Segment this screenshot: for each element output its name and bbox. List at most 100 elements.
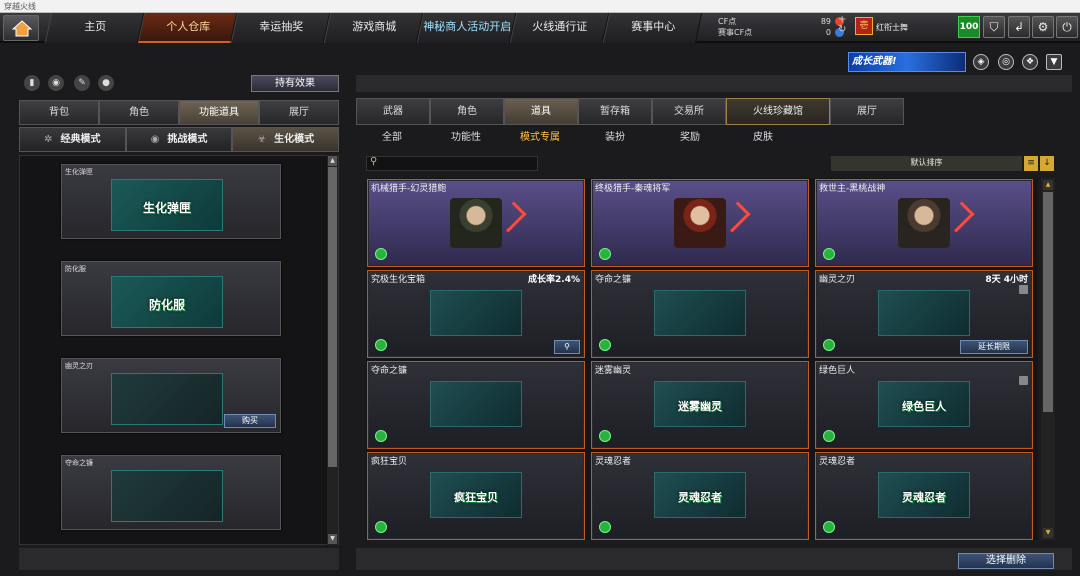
green-badge-icon	[823, 248, 835, 260]
item-card[interactable]: 灵魂忍者 灵魂忍者	[591, 452, 809, 540]
right-scrollbar[interactable]: ▲ ▼	[1041, 178, 1055, 540]
card-name: 幽灵之刃	[819, 275, 856, 285]
tab-classic-mode[interactable]: ✲ 经典模式	[19, 127, 126, 152]
shield-icon[interactable]: ⛉	[983, 16, 1005, 38]
scroll-down-icon[interactable]: ▼	[328, 534, 337, 544]
filter-reward[interactable]: 奖励	[680, 126, 700, 150]
event-badge-icon-4[interactable]: ▼	[1046, 54, 1062, 70]
tab-bag[interactable]: 背包	[19, 100, 99, 125]
tab-collection[interactable]: 火线珍藏馆	[726, 98, 830, 125]
tool-icon[interactable]: ✎	[74, 75, 90, 91]
list-item[interactable]: 防化服 防化服	[61, 261, 281, 336]
event-badge-icon-1[interactable]: ◈	[973, 54, 989, 70]
item-name: 夺命之镰	[65, 459, 93, 467]
sort-desc-icon[interactable]: ↓	[1040, 156, 1054, 171]
filter-mode-exclusive[interactable]: 模式专属	[520, 126, 560, 150]
scroll-up-icon[interactable]: ▲	[328, 156, 337, 166]
green-badge-icon	[375, 430, 387, 442]
exit-icon[interactable]: ↲	[1008, 16, 1030, 38]
item-card[interactable]: 幽灵之刃 8天 4小时 延长期限	[815, 270, 1033, 358]
currency-panel: CF点 89 赛事CF点 0	[718, 16, 844, 38]
tab-roles[interactable]: 角色	[430, 98, 504, 125]
tab-shop[interactable]: 游戏商城	[323, 13, 424, 43]
list-item[interactable]: 夺命之镰	[61, 455, 281, 530]
right-category-tabs: 武器 角色 道具 暂存箱 交易所 火线珍藏馆 展厅	[356, 98, 904, 125]
tab-showroom[interactable]: 展厅	[259, 100, 339, 125]
card-name: 终极猎手-秦魂将军	[595, 184, 671, 194]
sort-select[interactable]: 默认排序	[831, 156, 1022, 171]
filter-skin[interactable]: 皮肤	[753, 126, 773, 150]
card-name: 疯狂宝贝	[371, 457, 408, 467]
home-button[interactable]	[3, 15, 39, 41]
scroll-up-icon[interactable]: ▲	[1043, 180, 1053, 190]
tab-role[interactable]: 角色	[99, 100, 179, 125]
extend-button[interactable]: 延长期限	[960, 340, 1028, 354]
tab-showroom-right[interactable]: 展厅	[830, 98, 904, 125]
bag-icon[interactable]: ●	[98, 75, 114, 91]
item-card[interactable]: 夺命之镰	[591, 270, 809, 358]
item-image-label: 迷雾幽灵	[678, 400, 722, 413]
tab-function-items[interactable]: 功能道具	[179, 100, 259, 125]
item-image	[878, 290, 970, 336]
hold-effect-button[interactable]: 持有效果	[251, 75, 339, 92]
list-item[interactable]: 幽灵之刃 购买	[61, 358, 281, 433]
item-image: 疯狂宝贝	[430, 472, 522, 518]
filter-functional[interactable]: 功能性	[451, 126, 481, 150]
stats-icon[interactable]: ▮	[24, 75, 40, 91]
classic-mode-icon: ✲	[44, 134, 53, 145]
scroll-thumb[interactable]	[328, 167, 337, 467]
filter-outfit[interactable]: 装扮	[605, 126, 625, 150]
search-input[interactable]: ⚲	[366, 156, 538, 171]
inspect-button[interactable]: ⚲	[554, 340, 580, 354]
left-mode-tabs: ✲ 经典模式 ◉ 挑战模式 ☣ 生化模式	[19, 127, 340, 152]
left-category-tabs: 背包 角色 功能道具 展厅	[19, 100, 339, 125]
cf-value: 89	[820, 17, 831, 26]
trash-icon[interactable]	[1019, 376, 1028, 385]
list-view-icon[interactable]: ≡	[1024, 156, 1038, 171]
tab-events[interactable]: 赛事中心	[602, 13, 703, 43]
item-card[interactable]: 终极猎手-秦魂将军	[591, 179, 809, 267]
item-image: 绿色巨人	[878, 381, 970, 427]
tab-warehouse[interactable]: 个人仓库	[137, 13, 238, 43]
tab-storage[interactable]: 暂存箱	[578, 98, 652, 125]
tab-challenge-mode[interactable]: ◉ 挑战模式	[125, 127, 233, 152]
item-image-label: 灵魂忍者	[902, 491, 946, 504]
tab-zombie-mode[interactable]: ☣ 生化模式	[232, 127, 340, 152]
item-card[interactable]: 迷雾幽灵 迷雾幽灵	[591, 361, 809, 449]
power-icon[interactable]: ⏻	[1056, 16, 1078, 38]
item-card[interactable]: 救世主-黑桃战神	[815, 179, 1033, 267]
add-cf-icon[interactable]: + ↻	[838, 15, 846, 35]
event-badge-icon-3[interactable]: ❖	[1022, 54, 1038, 70]
item-card[interactable]: 疯狂宝贝 疯狂宝贝	[367, 452, 585, 540]
item-card[interactable]: 灵魂忍者 灵魂忍者	[815, 452, 1033, 540]
item-card[interactable]: 究极生化宝箱 成长率2.4% ⚲	[367, 270, 585, 358]
tab-items[interactable]: 道具	[504, 98, 578, 125]
growth-weapon-banner[interactable]: 成长武器!	[848, 52, 966, 72]
scroll-thumb[interactable]	[1043, 192, 1053, 412]
scroll-down-icon[interactable]: ▼	[1043, 528, 1053, 538]
card-name: 灵魂忍者	[819, 457, 856, 467]
trash-icon[interactable]	[1019, 285, 1028, 294]
item-card[interactable]: 机械猎手-幻灵猎鲍	[367, 179, 585, 267]
filter-all[interactable]: 全部	[382, 126, 402, 150]
list-item[interactable]: 生化弹匣 生化弹匣	[61, 164, 281, 239]
green-badge-icon	[599, 339, 611, 351]
left-scrollbar[interactable]: ▲ ▼	[327, 155, 338, 545]
tab-weapons[interactable]: 武器	[356, 98, 430, 125]
item-card[interactable]: 夺命之镰	[367, 361, 585, 449]
card-name: 灵魂忍者	[595, 457, 632, 467]
eye-icon[interactable]: ◉	[48, 75, 64, 91]
tab-home[interactable]: 主页	[44, 13, 145, 43]
gear-icon[interactable]: ⚙	[1032, 16, 1054, 38]
item-card[interactable]: 绿色巨人 绿色巨人	[815, 361, 1033, 449]
tab-exchange[interactable]: 交易所	[652, 98, 726, 125]
buy-button[interactable]: 购买	[224, 414, 276, 428]
right-header-strip	[356, 75, 1072, 92]
event-badge-icon-2[interactable]: ◎	[998, 54, 1014, 70]
tab-lottery[interactable]: 幸运抽奖	[230, 13, 331, 43]
scythe-image	[111, 470, 223, 522]
select-delete-button[interactable]: 选择删除	[958, 553, 1054, 569]
tab-merchant[interactable]: 神秘商人活动开启	[416, 13, 517, 43]
item-image: 迷雾幽灵	[654, 381, 746, 427]
tab-pass[interactable]: 火线通行证	[509, 13, 610, 43]
